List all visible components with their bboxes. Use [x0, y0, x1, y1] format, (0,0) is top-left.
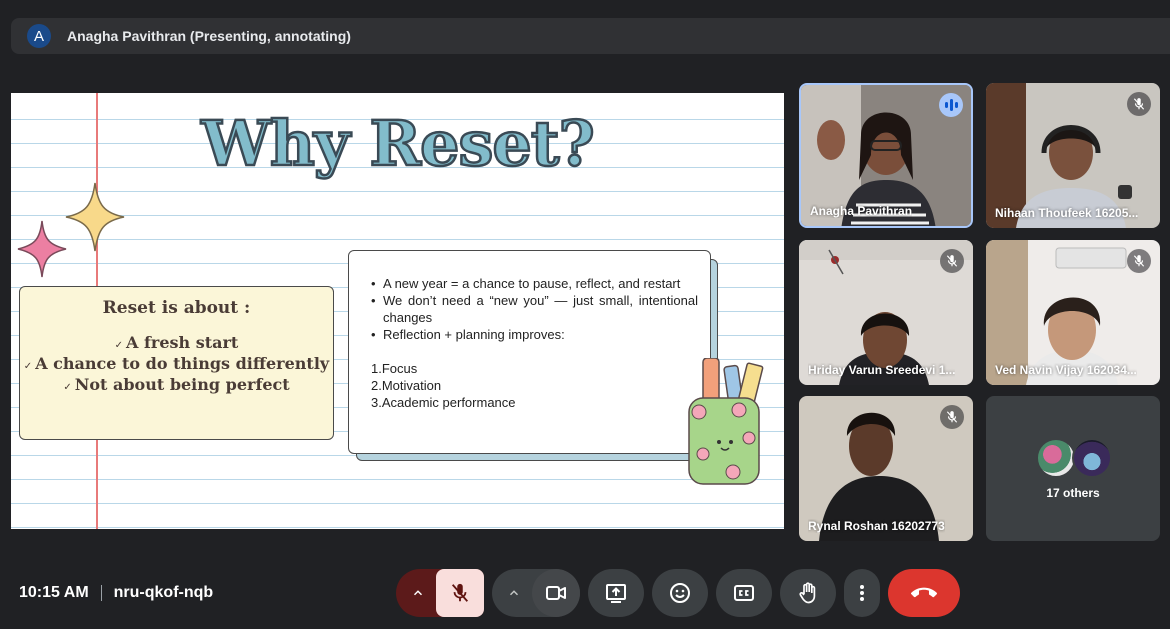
presenter-avatar: A: [27, 24, 51, 48]
chevron-up-icon: [413, 590, 423, 596]
slide-title: Why Reset?: [200, 106, 596, 182]
numbered-item: 3.Academic performance: [371, 395, 516, 410]
pencil-cup-icon: [688, 358, 764, 485]
speaking-indicator-icon: [939, 93, 963, 117]
check-icon: ✓: [114, 340, 124, 351]
mic-off-icon: [1127, 249, 1151, 273]
audio-options-button[interactable]: [396, 569, 440, 617]
reset-item-text: A fresh start: [126, 333, 239, 352]
bullet-list: A new year = a chance to pause, reflect,…: [371, 275, 698, 343]
participant-tile[interactable]: Anagha Pavithran: [799, 83, 973, 228]
bullet-item: A new year = a chance to pause, reflect,…: [371, 275, 698, 292]
present-to-all-icon: [606, 584, 626, 603]
meeting-time: 10:15 AM: [19, 584, 89, 601]
more-vert-icon: [860, 585, 864, 601]
avatar: [1072, 438, 1112, 478]
mic-off-icon: [940, 405, 964, 429]
more-options-button[interactable]: [844, 569, 880, 617]
participant-name: Anagha Pavithran: [810, 204, 913, 218]
presentation-slide: Why Reset? Reset is about : ✓ A fresh sta…: [11, 93, 784, 529]
emoji-icon: [670, 583, 690, 603]
leave-call-button[interactable]: [888, 569, 960, 617]
participant-tile[interactable]: Rynal Roshan 16202773: [799, 396, 973, 541]
meeting-code: nru-qkof-nqb: [113, 584, 214, 601]
closed-caption-icon: [734, 585, 754, 601]
numbered-list: 1.Focus 2.Motivation 3.Academic performa…: [371, 360, 698, 411]
yellow-sparkle-icon: [65, 182, 125, 252]
mic-toggle-button[interactable]: [436, 569, 484, 617]
reset-item: ✓ A fresh start: [20, 334, 333, 355]
meeting-info: 10:15 AM nru-qkof-nqb: [19, 584, 213, 602]
bullet-item: We don’t need a “new you” — just small, …: [371, 292, 698, 326]
bullets-box: A new year = a chance to pause, reflect,…: [348, 250, 711, 454]
participant-name: Ved Navin Vijay 162034...: [995, 363, 1137, 377]
reset-item-text: A chance to do things differently: [35, 354, 330, 373]
raise-hand-button[interactable]: [780, 569, 836, 617]
presenter-bar: A Anagha Pavithran (Presenting, annotati…: [11, 18, 1170, 54]
presenter-label: Anagha Pavithran (Presenting, annotating…: [67, 28, 351, 44]
mic-off-icon: [1127, 92, 1151, 116]
camera-toggle-button[interactable]: [532, 569, 580, 617]
video-options-button[interactable]: [492, 569, 536, 617]
avatar: [1036, 438, 1076, 478]
reset-heading: Reset is about :: [102, 298, 251, 318]
captions-button[interactable]: [716, 569, 772, 617]
check-icon: ✓: [23, 361, 33, 372]
bullet-item: Reflection + planning improves:: [371, 326, 698, 343]
participant-tile[interactable]: Hriday Varun Sreedevi 1...: [799, 240, 973, 385]
numbered-item: 1.Focus: [371, 361, 418, 376]
reset-about-box: Reset is about : ✓ A fresh start ✓ A chanc…: [19, 286, 334, 440]
participant-tile[interactable]: Ved Navin Vijay 162034...: [986, 240, 1160, 385]
pink-sparkle-icon: [17, 220, 67, 278]
participant-name: Rynal Roshan 16202773: [808, 519, 945, 533]
check-icon: ✓: [63, 382, 72, 393]
camera-control-group: [492, 569, 580, 617]
numbered-item: 2.Motivation: [371, 378, 442, 393]
participant-name: Hriday Varun Sreedevi 1...: [808, 363, 956, 377]
divider: [100, 585, 102, 601]
reset-item: ✓ Not about being perfect: [20, 376, 333, 397]
others-count: 17 others: [1046, 486, 1100, 500]
present-button[interactable]: [588, 569, 644, 617]
chevron-up-icon: [509, 590, 519, 596]
mic-off-icon: [451, 583, 469, 602]
call-end-icon: [911, 587, 937, 598]
reset-item-text: Not about being perfect: [74, 375, 290, 394]
others-avatars: [1036, 438, 1116, 480]
mic-control-group: [396, 569, 484, 617]
videocam-icon: [546, 586, 566, 600]
reactions-button[interactable]: [652, 569, 708, 617]
participant-name: Nihaan Thoufeek 16205...: [995, 206, 1139, 220]
mic-off-icon: [940, 249, 964, 273]
participant-tile[interactable]: Nihaan Thoufeek 16205...: [986, 83, 1160, 228]
others-tile[interactable]: 17 others: [986, 396, 1160, 541]
reset-item: ✓ A chance to do things differently: [20, 355, 333, 376]
raise-hand-icon: [799, 582, 816, 604]
